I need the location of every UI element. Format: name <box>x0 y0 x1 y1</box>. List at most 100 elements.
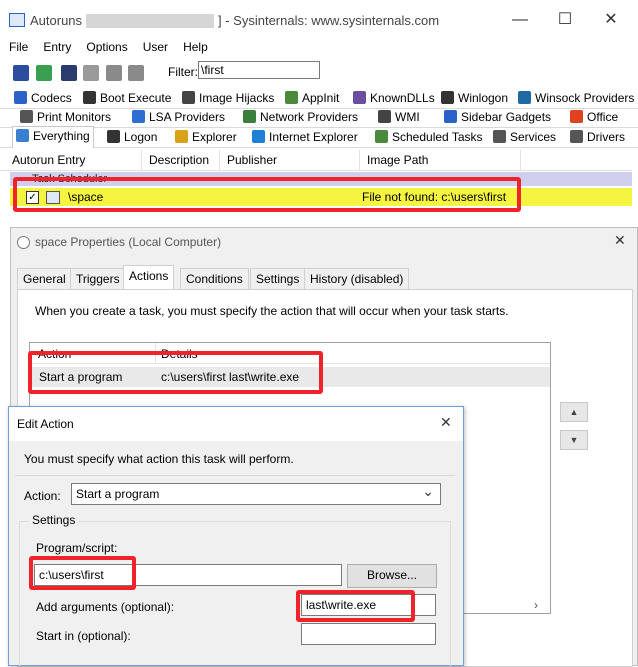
tab-appinit[interactable]: AppInit <box>282 89 339 107</box>
menu-user[interactable]: User <box>143 40 168 55</box>
tab-winsock-providers[interactable]: Winsock Providers <box>515 89 634 107</box>
drivers-icon <box>570 130 583 143</box>
scroll-right-icon[interactable]: › <box>528 598 544 612</box>
tab-row-3: Everything Logon Explorer Internet Explo… <box>0 126 638 148</box>
highlight-box <box>13 177 521 212</box>
window-title-prefix: Autoruns [ <box>30 13 90 28</box>
tab-explorer[interactable]: Explorer <box>172 128 237 146</box>
column-publisher[interactable]: Publisher <box>227 153 277 167</box>
boot-execute-icon <box>83 91 96 104</box>
scheduled-tasks-icon <box>375 130 388 143</box>
network-providers-icon <box>243 110 256 123</box>
tab-services[interactable]: Services <box>490 128 556 146</box>
codecs-icon <box>14 91 27 104</box>
tab-office[interactable]: Office <box>567 108 618 126</box>
tab-triggers[interactable]: Triggers <box>70 268 126 289</box>
menu-help[interactable]: Help <box>183 40 208 55</box>
edit-action-title: Edit Action <box>17 417 74 431</box>
services-icon <box>493 130 506 143</box>
save-icon[interactable] <box>13 65 29 81</box>
chevron-down-icon: ⌄ <box>422 483 434 499</box>
lsa-providers-icon <box>132 110 145 123</box>
maximize-button[interactable]: ☐ <box>550 7 580 33</box>
highlight-box <box>296 590 415 622</box>
tab-conditions[interactable]: Conditions <box>180 268 249 289</box>
tab-drivers[interactable]: Drivers <box>567 128 625 146</box>
close-window-button[interactable]: ✕ <box>596 7 626 33</box>
sidebar-gadgets-icon <box>444 110 457 123</box>
properties-tabs: General Triggers Actions Conditions Sett… <box>17 265 631 290</box>
tab-settings[interactable]: Settings <box>250 268 306 289</box>
logon-icon <box>107 130 120 143</box>
redacted-region <box>86 14 214 28</box>
browse-button[interactable]: Browse... <box>347 564 437 588</box>
settings-label: Settings <box>29 513 79 527</box>
filter-label: Filter: <box>168 65 198 79</box>
highlight-box <box>29 556 136 590</box>
everything-icon <box>16 129 29 142</box>
tab-print-monitors[interactable]: Print Monitors <box>17 108 111 126</box>
tab-general[interactable]: General <box>17 268 72 289</box>
refresh-icon[interactable] <box>36 65 52 81</box>
print-monitors-icon <box>20 110 33 123</box>
winlogon-icon <box>441 91 454 104</box>
program-label: Program/script: <box>36 541 118 555</box>
arguments-label: Add arguments (optional): <box>36 600 175 614</box>
column-description[interactable]: Description <box>149 153 209 167</box>
wmi-icon <box>378 110 391 123</box>
autoruns-app-icon <box>9 13 25 27</box>
office-icon <box>570 110 583 123</box>
properties-icon[interactable] <box>106 65 122 81</box>
tab-everything[interactable]: Everything <box>12 126 95 148</box>
start-in-input[interactable] <box>301 623 436 645</box>
tab-image-hijacks[interactable]: Image Hijacks <box>179 89 274 107</box>
edit-action-close-button[interactable]: ✕ <box>440 414 452 431</box>
clock-icon <box>17 236 30 249</box>
menu-file[interactable]: File <box>9 40 28 55</box>
tab-row-2: Print Monitors LSA Providers Network Pro… <box>0 108 638 128</box>
action-select[interactable]: Start a program ⌄ <box>71 483 441 505</box>
appinit-icon <box>285 91 298 104</box>
title-bar: Autoruns [ ] - Sysinternals: www.sysinte… <box>0 0 638 40</box>
find-icon[interactable] <box>61 65 77 81</box>
properties-close-button[interactable]: ✕ <box>614 232 626 249</box>
tab-network-providers[interactable]: Network Providers <box>240 108 358 126</box>
tab-actions[interactable]: Actions <box>123 265 175 290</box>
tab-scheduled-tasks[interactable]: Scheduled Tasks <box>372 128 483 146</box>
edit-action-titlebar <box>9 407 463 441</box>
start-in-label: Start in (optional): <box>36 629 131 643</box>
tab-history[interactable]: History (disabled) <box>304 268 410 289</box>
jump-icon[interactable] <box>83 65 99 81</box>
move-up-button[interactable]: ▲ <box>560 402 588 422</box>
filter-input[interactable]: \first <box>198 61 320 79</box>
tab-internet-explorer[interactable]: Internet Explorer <box>249 128 358 146</box>
explorer-icon <box>175 130 188 143</box>
edit-action-dialog: Edit Action ✕ You must specify what acti… <box>8 406 464 666</box>
highlight-box <box>28 351 323 394</box>
tab-wmi[interactable]: WMI <box>375 108 420 126</box>
action-label: Action: <box>24 489 61 503</box>
delete-icon[interactable] <box>128 65 144 81</box>
window-title-suffix: ] - Sysinternals: www.sysinternals.com <box>218 13 440 28</box>
tab-sidebar-gadgets[interactable]: Sidebar Gadgets <box>441 108 551 126</box>
tab-boot-execute[interactable]: Boot Execute <box>80 89 171 107</box>
knowndlls-icon <box>353 91 366 104</box>
column-image-path[interactable]: Image Path <box>367 153 428 167</box>
edit-action-instruction: You must specify what action this task w… <box>24 452 294 466</box>
tab-lsa-providers[interactable]: LSA Providers <box>129 108 225 126</box>
tab-knowndlls[interactable]: KnownDLLs <box>350 89 435 107</box>
properties-title: space Properties (Local Computer) <box>35 235 222 249</box>
column-autorun-entry[interactable]: Autorun Entry <box>12 153 85 167</box>
move-down-button[interactable]: ▼ <box>560 430 588 450</box>
menu-options[interactable]: Options <box>86 40 127 55</box>
column-header-row: Autorun Entry Description Publisher Imag… <box>0 150 632 171</box>
minimize-button[interactable]: — <box>505 7 535 33</box>
internet-explorer-icon <box>252 130 265 143</box>
menu-bar: File Entry Options User Help <box>0 40 638 58</box>
menu-entry[interactable]: Entry <box>43 40 71 55</box>
tab-winlogon[interactable]: Winlogon <box>438 89 508 107</box>
tab-logon[interactable]: Logon <box>104 128 157 146</box>
image-hijacks-icon <box>182 91 195 104</box>
tab-codecs[interactable]: Codecs <box>11 89 72 107</box>
tab-row-1: Codecs Boot Execute Image Hijacks AppIni… <box>0 89 638 109</box>
